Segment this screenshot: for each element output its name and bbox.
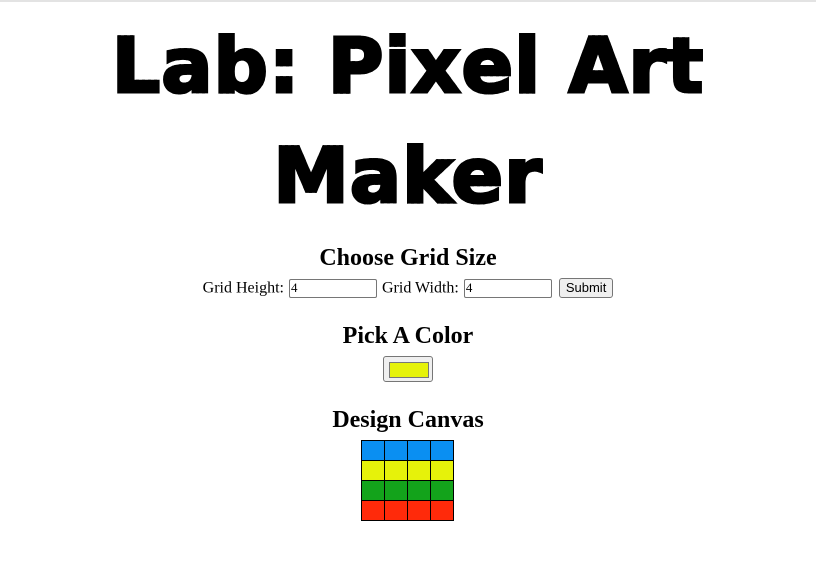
canvas-cell[interactable] — [384, 480, 408, 501]
canvas-cell[interactable] — [407, 440, 431, 461]
canvas-cell[interactable] — [361, 500, 385, 521]
grid-width-input[interactable] — [463, 278, 552, 298]
canvas-cell[interactable] — [407, 480, 431, 501]
canvas-cell[interactable] — [430, 480, 454, 501]
page: Lab: Pixel Art Maker Choose Grid Size Gr… — [0, 0, 816, 562]
canvas-cell[interactable] — [430, 440, 454, 461]
pick-color-heading: Pick A Color — [342, 323, 474, 349]
grid-height-label: Grid Height: — [202, 279, 284, 297]
submit-button[interactable]: Submit — [558, 278, 614, 299]
canvas-cell[interactable] — [361, 480, 385, 501]
design-canvas-heading: Design Canvas — [332, 407, 484, 433]
grid-size-heading: Choose Grid Size — [319, 245, 497, 271]
canvas-cell[interactable] — [430, 460, 454, 481]
grid-height-input[interactable] — [289, 278, 377, 298]
canvas-cell[interactable] — [384, 460, 408, 481]
canvas-cell[interactable] — [361, 460, 385, 481]
size-picker-form: Grid Height: Grid Width: Submit — [0, 277, 816, 301]
canvas-cell[interactable] — [407, 500, 431, 521]
page-title-line-2: Maker — [272, 131, 543, 220]
canvas-cell[interactable] — [361, 440, 385, 461]
color-swatch — [389, 362, 429, 378]
grid-width-label: Grid Width: — [382, 279, 459, 297]
page-title-line-1: Lab: Pixel Art — [110, 21, 705, 110]
canvas-cell[interactable] — [384, 500, 408, 521]
canvas-cell[interactable] — [407, 460, 431, 481]
color-picker[interactable] — [383, 356, 433, 382]
canvas-row — [361, 460, 454, 481]
canvas-cell[interactable] — [384, 440, 408, 461]
pixel-canvas — [361, 440, 454, 521]
canvas-cell[interactable] — [430, 500, 454, 521]
canvas-row — [361, 500, 454, 521]
canvas-row — [361, 440, 454, 461]
canvas-row — [361, 480, 454, 501]
